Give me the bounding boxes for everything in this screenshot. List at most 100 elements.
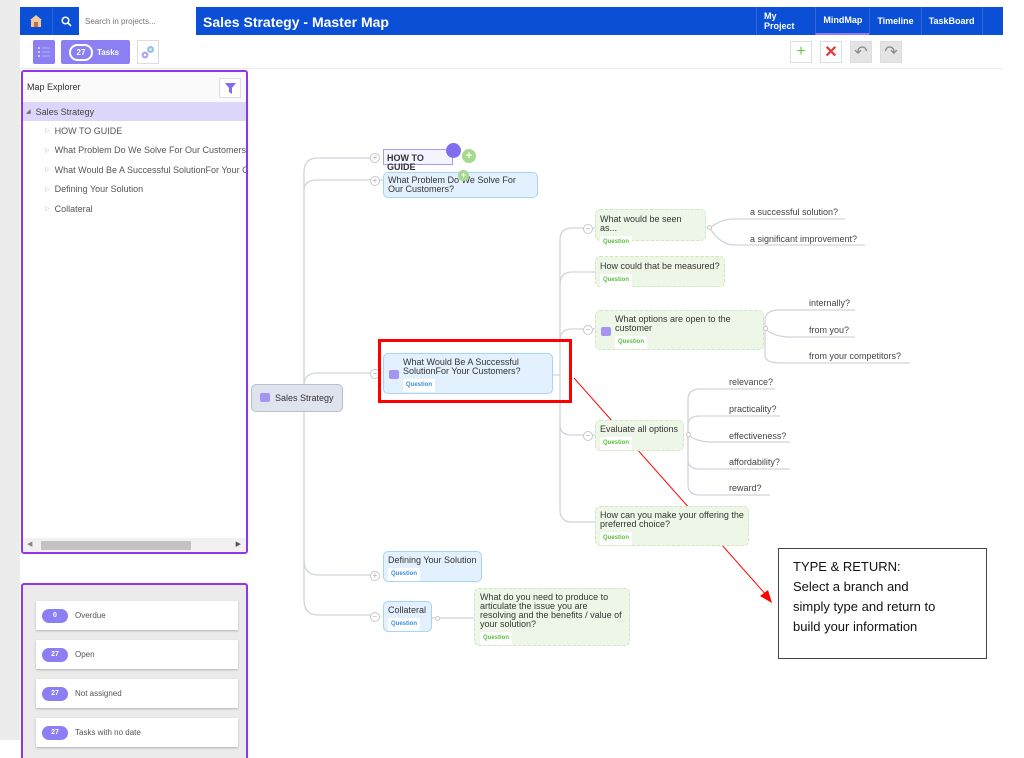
tasks-button[interactable]: 27 Tasks (61, 40, 130, 64)
settings-button[interactable] (137, 40, 159, 64)
task-filter-label: Not assigned (75, 689, 122, 698)
horizontal-scrollbar[interactable]: ◀ ▶ (23, 538, 246, 552)
node-label: What do you need to produce to articulat… (480, 592, 622, 629)
top-navigation-bar: Sales Strategy - Master Map My Project M… (20, 7, 1003, 35)
question-tag: Question (600, 236, 633, 249)
scrollbar-thumb[interactable] (41, 541, 191, 550)
add-sibling-button[interactable]: + (458, 170, 469, 181)
add-child-button[interactable]: + (462, 149, 476, 163)
node-defining-solution[interactable]: Defining Your Solution Question (383, 551, 482, 582)
project-title: Sales Strategy - Master Map (203, 14, 389, 30)
tree-item[interactable]: ▷ Collateral (23, 199, 246, 219)
tree-item[interactable]: ▷ HOW TO GUIDE (23, 121, 246, 141)
scroll-right-arrow-icon[interactable]: ▶ (236, 540, 241, 548)
filter-button[interactable] (219, 78, 241, 98)
filter-icon (224, 82, 236, 94)
node-label: Evaluate all options (600, 424, 679, 434)
connector-leaf (709, 218, 845, 229)
annotation-callout: TYPE & RETURN: Select a branch and simpl… (778, 548, 987, 659)
connector-defining (303, 559, 371, 576)
tab-mindmap[interactable]: MindMap (815, 7, 870, 35)
task-filter-overdue[interactable]: 0 Overdue (36, 601, 238, 630)
tree-item[interactable]: ▷ What Problem Do We Solve For Our Custom… (23, 141, 246, 161)
delete-node-button[interactable]: ✕ (820, 41, 842, 63)
tree-item-label: Collateral (54, 203, 93, 214)
home-button[interactable] (20, 7, 53, 35)
map-explorer-title: Map Explorer (23, 72, 246, 102)
collapse-toggle[interactable]: − (370, 612, 380, 622)
count-badge: 27 (42, 647, 68, 662)
node-preferred[interactable]: How can you make your offering the prefe… (595, 506, 749, 546)
drag-handle[interactable] (446, 143, 461, 158)
node-evaluate[interactable]: Evaluate all options Question (595, 420, 684, 451)
node-how-to-guide[interactable]: HOW TO GUIDE (383, 149, 453, 172)
caret-right-icon[interactable]: ▷ (45, 166, 50, 173)
mindmap-root-node[interactable]: Sales Strategy (251, 384, 343, 412)
question-tag: Question (600, 274, 633, 287)
collapse-toggle[interactable]: − (583, 325, 593, 335)
leaf-node[interactable]: internally? (809, 298, 850, 308)
connector-trunk (303, 157, 371, 385)
question-tag: Question (480, 632, 513, 645)
question-tag: Question (388, 568, 421, 581)
node-produce[interactable]: What do you need to produce to articulat… (474, 588, 630, 646)
node-measured[interactable]: How could that be measured? Question (595, 256, 725, 287)
leaf-node[interactable]: reward? (729, 483, 762, 493)
callout-line: build your information (793, 619, 918, 634)
count-badge: 0 (42, 608, 68, 623)
task-summary-panel: 0 Overdue 27 Open 27 Not assigned 27 Tas… (21, 583, 248, 758)
question-tag: Question (615, 336, 648, 349)
list-view-button[interactable] (33, 40, 55, 64)
leaf-node[interactable]: practicality? (729, 404, 777, 414)
node-options[interactable]: What options are open to the customer Qu… (595, 310, 764, 350)
expand-toggle[interactable]: + (370, 153, 380, 163)
connector-measured (559, 271, 595, 286)
caret-right-icon[interactable]: ▷ (45, 127, 50, 134)
connector-dot (763, 326, 768, 331)
redo-button[interactable]: ↷ (880, 41, 902, 63)
undo-button[interactable]: ↶ (850, 41, 872, 63)
connector-dot (435, 616, 440, 621)
search-button[interactable] (54, 7, 78, 35)
leaf-node[interactable]: affordability? (729, 457, 780, 467)
list-icon (38, 47, 50, 57)
node-label: HOW TO GUIDE (387, 153, 424, 172)
leaf-node[interactable]: from your competitors? (809, 351, 901, 361)
caret-right-icon[interactable]: ▷ (45, 147, 50, 154)
tree-item[interactable]: ▷ Defining Your Solution (23, 180, 246, 200)
tree-item-label: Defining Your Solution (54, 184, 144, 195)
leaf-node[interactable]: effectiveness? (729, 431, 786, 441)
expand-toggle[interactable]: + (370, 571, 380, 581)
tab-my-project[interactable]: My Project (756, 7, 815, 35)
node-collateral[interactable]: Collateral Question (383, 601, 432, 632)
caret-right-icon[interactable]: ▷ (45, 186, 50, 193)
home-icon (30, 15, 42, 27)
tree-root-item[interactable]: ◢ Sales Strategy (23, 102, 246, 121)
leaf-node[interactable]: a successful solution? (750, 207, 838, 217)
tab-taskboard[interactable]: TaskBoard (920, 7, 982, 35)
task-filter-no-date[interactable]: 27 Tasks with no date (36, 718, 238, 747)
count-badge: 27 (42, 725, 68, 740)
leaf-node[interactable]: from you? (809, 325, 849, 335)
task-filter-not-assigned[interactable]: 27 Not assigned (36, 679, 238, 708)
task-filter-open[interactable]: 27 Open (36, 640, 238, 669)
callout-line: Select a branch and (793, 579, 909, 594)
add-node-button[interactable]: + (790, 41, 812, 63)
search-input[interactable] (79, 7, 196, 35)
leaf-node[interactable]: relevance? (729, 377, 773, 387)
node-seen-as[interactable]: What would be seen as... Question (595, 209, 706, 249)
caret-right-icon[interactable]: ▷ (45, 205, 50, 212)
node-label: What Problem Do We Solve For Our Custome… (388, 175, 516, 194)
tasks-count-badge: 27 (69, 43, 93, 61)
tab-timeline[interactable]: Timeline (869, 7, 920, 35)
node-label: Sales Strategy (275, 393, 334, 403)
collapse-toggle[interactable]: − (583, 431, 593, 441)
scroll-left-arrow-icon[interactable]: ◀ (27, 540, 32, 548)
tree-item[interactable]: ▷ What Would Be A Successful SolutionFor … (23, 160, 246, 180)
caret-down-icon[interactable]: ◢ (26, 108, 31, 115)
collapse-toggle[interactable]: − (583, 224, 593, 234)
leaf-node[interactable]: a significant improvement? (750, 234, 857, 244)
expand-toggle[interactable]: + (370, 176, 380, 186)
task-filter-label: Tasks with no date (75, 728, 141, 737)
task-filter-label: Open (75, 650, 95, 659)
